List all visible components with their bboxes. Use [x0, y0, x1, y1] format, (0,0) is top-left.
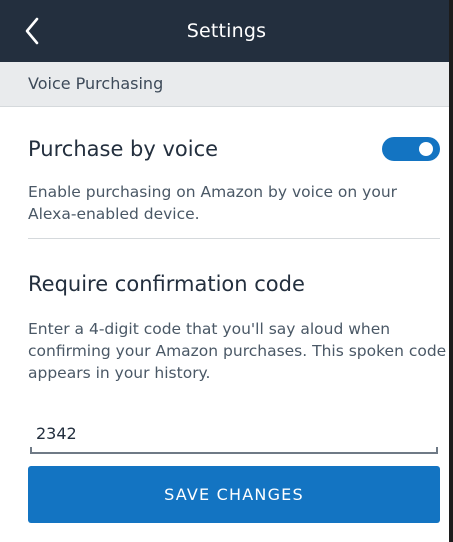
save-changes-button[interactable]: SAVE CHANGES — [28, 466, 440, 523]
window-edge — [449, 0, 453, 542]
confirmation-code-input[interactable] — [28, 416, 442, 450]
section-header: Voice Purchasing — [0, 62, 449, 107]
purchase-by-voice-label: Purchase by voice — [28, 137, 219, 161]
toggle-knob — [419, 142, 433, 156]
purchase-by-voice-toggle[interactable] — [382, 137, 440, 161]
input-underline-right-tick — [436, 447, 438, 454]
app-header: Settings — [0, 0, 453, 62]
section-divider — [28, 238, 440, 239]
input-underline — [30, 452, 438, 454]
section-title: Voice Purchasing — [28, 74, 164, 93]
settings-screen: Settings Voice Purchasing Purchase by vo… — [0, 0, 453, 542]
page-title: Settings — [186, 20, 267, 42]
confirmation-code-description: Enter a 4-digit code that you'll say alo… — [28, 320, 447, 382]
confirmation-code-label: Require confirmation code — [28, 272, 305, 296]
input-underline-left-tick — [30, 447, 32, 454]
confirmation-code-field-wrapper — [28, 416, 442, 456]
purchase-by-voice-description: Enable purchasing on Amazon by voice on … — [28, 183, 398, 223]
